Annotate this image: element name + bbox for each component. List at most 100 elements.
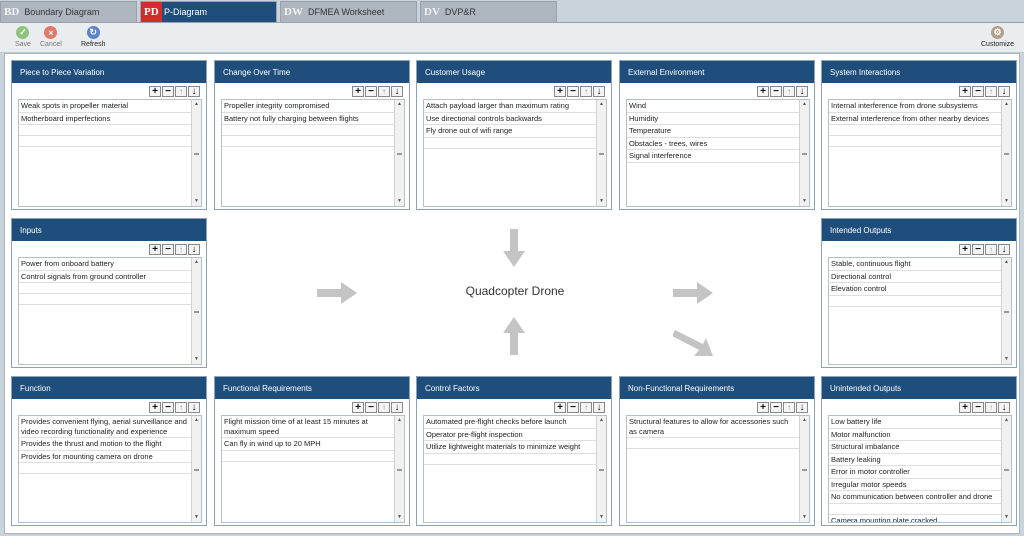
add-item-button[interactable]: +	[959, 86, 971, 97]
list-item[interactable]	[627, 438, 799, 449]
list-item[interactable]: Structural features to allow for accesso…	[627, 416, 799, 438]
scroll-up-icon[interactable]: ▲	[192, 258, 201, 267]
list-item[interactable]: Can fly in wind up to 20 MPH	[222, 438, 394, 451]
scroll-grip[interactable]	[194, 153, 199, 155]
list-item[interactable]: Flight mission time of at least 15 minut…	[222, 416, 394, 438]
scroll-down-icon[interactable]: ▼	[1002, 197, 1011, 206]
remove-item-button[interactable]: −	[162, 402, 174, 413]
add-item-button[interactable]: +	[757, 402, 769, 413]
list-scrollbar[interactable]: ▲ ▼	[1001, 100, 1011, 206]
add-item-button[interactable]: +	[554, 86, 566, 97]
move-down-button[interactable]: ↓	[998, 86, 1010, 97]
scroll-grip[interactable]	[599, 469, 604, 471]
list-item[interactable]	[222, 125, 394, 136]
scroll-grip[interactable]	[1004, 153, 1009, 155]
list-scrollbar[interactable]: ▲ ▼	[799, 416, 809, 522]
move-down-button[interactable]: ↓	[593, 402, 605, 413]
scroll-grip[interactable]	[1004, 311, 1009, 313]
tab-p-diagram[interactable]: PD P-Diagram	[140, 1, 277, 22]
list-scrollbar[interactable]: ▲ ▼	[191, 416, 201, 522]
add-item-button[interactable]: +	[352, 402, 364, 413]
remove-item-button[interactable]: −	[972, 86, 984, 97]
list-scrollbar[interactable]: ▲ ▼	[394, 100, 404, 206]
scroll-down-icon[interactable]: ▼	[192, 197, 201, 206]
list-item[interactable]: Automated pre-flight checks before launc…	[424, 416, 596, 429]
list-scrollbar[interactable]: ▲ ▼	[1001, 258, 1011, 364]
list-item[interactable]	[19, 283, 191, 294]
list-item[interactable]	[424, 138, 596, 149]
list-scrollbar[interactable]: ▲ ▼	[1001, 416, 1011, 522]
list-item[interactable]	[19, 294, 191, 305]
tab-dfmea-worksheet[interactable]: DW DFMEA Worksheet	[280, 1, 417, 22]
move-up-button[interactable]: ↑	[783, 86, 795, 97]
list-scrollbar[interactable]: ▲ ▼	[191, 258, 201, 364]
list-item[interactable]: Low battery life	[829, 416, 1001, 429]
list-item[interactable]: Operator pre-flight inspection	[424, 429, 596, 441]
list-item[interactable]: Elevation control	[829, 283, 1001, 296]
list-item[interactable]: Wind	[627, 100, 799, 113]
list-item[interactable]: Error in motor controller	[829, 466, 1001, 479]
scroll-down-icon[interactable]: ▼	[395, 197, 404, 206]
move-down-button[interactable]: ↓	[188, 402, 200, 413]
scroll-up-icon[interactable]: ▲	[1002, 258, 1011, 267]
move-up-button[interactable]: ↑	[985, 86, 997, 97]
list-item[interactable]: Control signals from ground controller	[19, 271, 191, 283]
item-list[interactable]: Wind Humidity Temperature Obstacles - trees…	[626, 99, 810, 207]
move-up-button[interactable]: ↑	[175, 86, 187, 97]
list-item[interactable]: Power from onboard battery	[19, 258, 191, 271]
move-down-button[interactable]: ↓	[188, 244, 200, 255]
item-list[interactable]: Propeller integrity compromised Battery n…	[221, 99, 405, 207]
list-scrollbar[interactable]: ▲ ▼	[394, 416, 404, 522]
scroll-down-icon[interactable]: ▼	[800, 513, 809, 522]
list-item[interactable]	[19, 125, 191, 136]
move-up-button[interactable]: ↑	[378, 86, 390, 97]
add-item-button[interactable]: +	[149, 402, 161, 413]
list-item[interactable]: Use directional controls backwards	[424, 113, 596, 125]
list-item[interactable]: Camera mounting plate cracked	[829, 515, 1001, 523]
item-list[interactable]: Attach payload larger than maximum ratin…	[423, 99, 607, 207]
scroll-grip[interactable]	[194, 469, 199, 471]
remove-item-button[interactable]: −	[972, 402, 984, 413]
remove-item-button[interactable]: −	[567, 402, 579, 413]
move-down-button[interactable]: ↓	[391, 86, 403, 97]
item-list[interactable]: Internal interference from drone subsyst…	[828, 99, 1012, 207]
list-scrollbar[interactable]: ▲ ▼	[596, 416, 606, 522]
item-list[interactable]: Low battery life Motor malfunction Structu…	[828, 415, 1012, 523]
move-down-button[interactable]: ↓	[593, 86, 605, 97]
move-up-button[interactable]: ↑	[985, 402, 997, 413]
remove-item-button[interactable]: −	[567, 86, 579, 97]
list-item[interactable]: Utilize lightweight materials to minimiz…	[424, 441, 596, 454]
scroll-grip[interactable]	[397, 153, 402, 155]
list-item[interactable]: Irregular motor speeds	[829, 479, 1001, 491]
list-item[interactable]: Provides for mounting camera on drone	[19, 451, 191, 463]
list-item[interactable]	[829, 136, 1001, 147]
remove-item-button[interactable]: −	[972, 244, 984, 255]
add-item-button[interactable]: +	[554, 402, 566, 413]
add-item-button[interactable]: +	[149, 244, 161, 255]
remove-item-button[interactable]: −	[365, 86, 377, 97]
remove-item-button[interactable]: −	[162, 86, 174, 97]
move-down-button[interactable]: ↓	[998, 402, 1010, 413]
list-scrollbar[interactable]: ▲ ▼	[799, 100, 809, 206]
move-up-button[interactable]: ↑	[985, 244, 997, 255]
scroll-up-icon[interactable]: ▲	[597, 100, 606, 109]
item-list[interactable]: Power from onboard battery Control signal…	[18, 257, 202, 365]
scroll-up-icon[interactable]: ▲	[1002, 416, 1011, 425]
list-item[interactable]: Stable, continuous flight	[829, 258, 1001, 271]
scroll-down-icon[interactable]: ▼	[597, 513, 606, 522]
move-down-button[interactable]: ↓	[391, 402, 403, 413]
list-item[interactable]: External interference from other nearby …	[829, 113, 1001, 125]
customize-button[interactable]: ⚙ Customize	[981, 26, 1014, 48]
scroll-down-icon[interactable]: ▼	[192, 355, 201, 364]
move-up-button[interactable]: ↑	[580, 86, 592, 97]
scroll-grip[interactable]	[1004, 469, 1009, 471]
scroll-up-icon[interactable]: ▲	[192, 100, 201, 109]
list-item[interactable]	[19, 463, 191, 474]
scroll-up-icon[interactable]: ▲	[192, 416, 201, 425]
scroll-down-icon[interactable]: ▼	[597, 197, 606, 206]
remove-item-button[interactable]: −	[162, 244, 174, 255]
add-item-button[interactable]: +	[959, 244, 971, 255]
scroll-up-icon[interactable]: ▲	[395, 416, 404, 425]
move-up-button[interactable]: ↑	[175, 402, 187, 413]
move-up-button[interactable]: ↑	[580, 402, 592, 413]
